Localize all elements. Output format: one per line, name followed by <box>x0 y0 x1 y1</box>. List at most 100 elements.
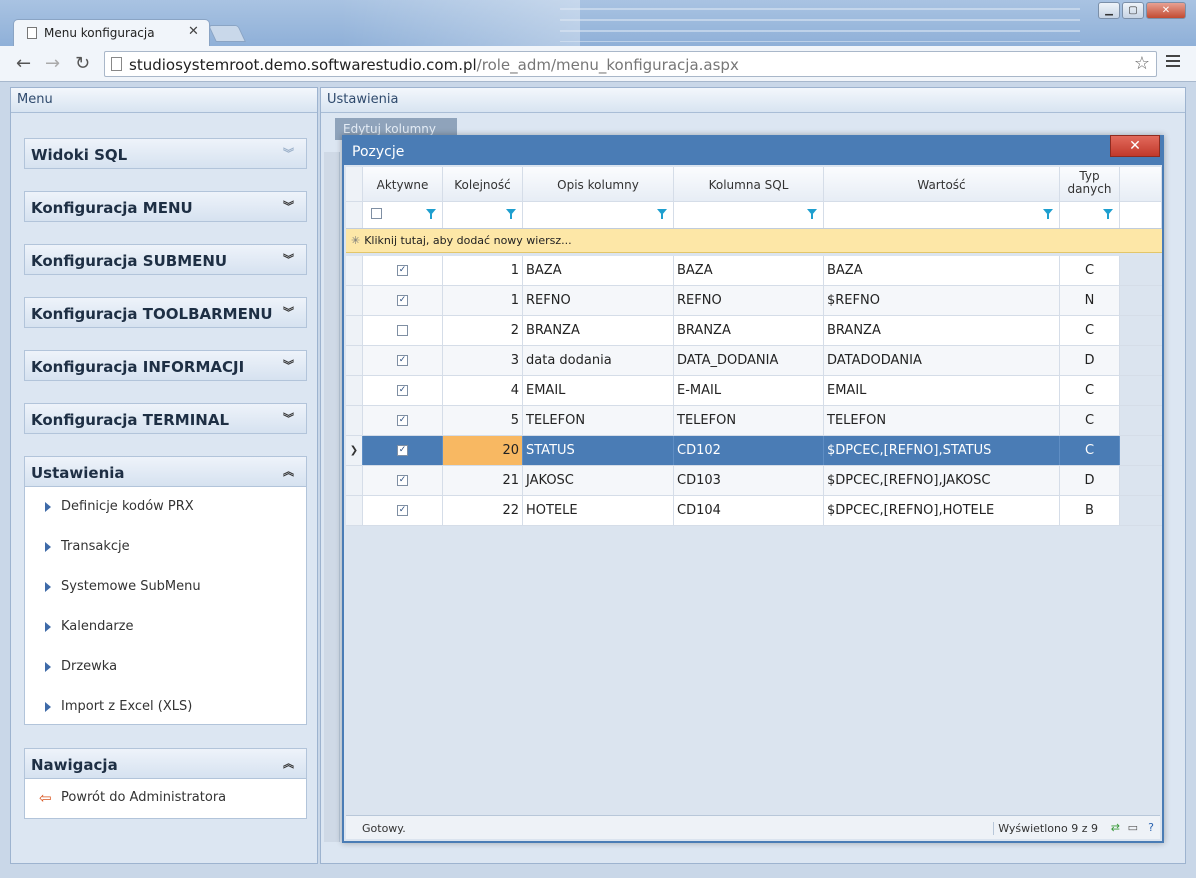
cell-opis[interactable]: EMAIL <box>523 376 674 405</box>
cell-kolumna-sql[interactable]: REFNO <box>674 286 824 315</box>
cell-typ[interactable]: C <box>1060 376 1120 405</box>
cell-wartosc[interactable]: $DPCEC,[REFNO],STATUS <box>824 436 1060 465</box>
section-konfiguracja-toolbarmenu[interactable]: Konfiguracja TOOLBARMENU ︾ <box>24 297 307 328</box>
menu-item-powrot[interactable]: ⇦ Powrót do Administratora <box>25 779 306 819</box>
close-window-button[interactable]: ✕ <box>1146 2 1186 19</box>
section-konfiguracja-informacji[interactable]: Konfiguracja INFORMACJI ︾ <box>24 350 307 381</box>
active-checkbox[interactable] <box>397 325 408 336</box>
browser-menu-icon[interactable] <box>1166 55 1180 70</box>
new-tab-button[interactable] <box>208 25 246 42</box>
active-checkbox[interactable]: ✓ <box>397 475 408 486</box>
cell-kolejnosc[interactable]: 21 <box>443 466 523 495</box>
cell-kolumna-sql[interactable]: CD103 <box>674 466 824 495</box>
cell-typ[interactable]: D <box>1060 466 1120 495</box>
back-arrow-icon[interactable]: ← <box>16 53 31 74</box>
table-row[interactable]: ✓ 4 EMAIL E-MAIL EMAIL C <box>346 376 1162 406</box>
cell-wartosc[interactable]: EMAIL <box>824 376 1060 405</box>
cell-aktywne[interactable]: ✓ <box>363 406 443 435</box>
cell-opis[interactable]: BRANZA <box>523 316 674 345</box>
cell-typ[interactable]: C <box>1060 316 1120 345</box>
cell-kolejnosc[interactable]: 2 <box>443 316 523 345</box>
cell-kolumna-sql[interactable]: CD102 <box>674 436 824 465</box>
filter-kolejnosc[interactable] <box>443 202 523 228</box>
cell-typ[interactable]: C <box>1060 436 1120 465</box>
active-checkbox[interactable]: ✓ <box>397 505 408 516</box>
cell-typ[interactable]: N <box>1060 286 1120 315</box>
table-row[interactable]: ✓ 3 data dodania DATA_DODANIA DATADODANIA D <box>346 346 1162 376</box>
cell-aktywne[interactable]: ✓ <box>363 466 443 495</box>
active-checkbox[interactable]: ✓ <box>397 295 408 306</box>
table-row[interactable]: ✓ 5 TELEFON TELEFON TELEFON C <box>346 406 1162 436</box>
menu-item-transakcje[interactable]: Transakcje <box>25 527 306 567</box>
cell-opis[interactable]: JAKOSC <box>523 466 674 495</box>
cell-wartosc[interactable]: BAZA <box>824 256 1060 285</box>
active-checkbox[interactable]: ✓ <box>397 355 408 366</box>
cell-aktywne[interactable] <box>363 316 443 345</box>
cell-wartosc[interactable]: TELEFON <box>824 406 1060 435</box>
filter-aktywne[interactable] <box>363 202 443 228</box>
section-ustawienia[interactable]: Ustawienia ︽ <box>24 456 307 487</box>
cell-opis[interactable]: REFNO <box>523 286 674 315</box>
section-widoki-sql[interactable]: Widoki SQL ︾ <box>24 138 307 169</box>
forward-arrow-icon[interactable]: → <box>45 53 60 74</box>
cell-wartosc[interactable]: BRANZA <box>824 316 1060 345</box>
add-new-row[interactable]: ✳ Kliknij tutaj, aby dodać nowy wiersz... <box>346 229 1162 253</box>
cell-kolejnosc[interactable]: 3 <box>443 346 523 375</box>
cell-kolejnosc[interactable]: 22 <box>443 496 523 525</box>
cell-wartosc[interactable]: DATADODANIA <box>824 346 1060 375</box>
table-row[interactable]: ✓ 22 HOTELE CD104 $DPCEC,[REFNO],HOTELE B <box>346 496 1162 526</box>
cell-opis[interactable]: data dodania <box>523 346 674 375</box>
address-bar[interactable]: studiosystemroot.demo.softwarestudio.com… <box>104 51 1157 77</box>
filter-wartosc[interactable] <box>824 202 1060 228</box>
header-opis-kolumny[interactable]: Opis kolumny <box>523 167 674 201</box>
filter-funnel-icon[interactable] <box>807 209 817 219</box>
filter-typ[interactable] <box>1060 202 1120 228</box>
cell-kolumna-sql[interactable]: TELEFON <box>674 406 824 435</box>
filter-sql[interactable] <box>674 202 824 228</box>
refresh-icon[interactable]: ⇄ <box>1111 821 1120 834</box>
table-row[interactable]: ✓ 1 BAZA BAZA BAZA C <box>346 256 1162 286</box>
cell-typ[interactable]: D <box>1060 346 1120 375</box>
cell-kolejnosc[interactable]: 5 <box>443 406 523 435</box>
table-row[interactable]: ✓ 21 JAKOSC CD103 $DPCEC,[REFNO],JAKOSC D <box>346 466 1162 496</box>
active-checkbox[interactable]: ✓ <box>397 265 408 276</box>
cell-opis[interactable]: BAZA <box>523 256 674 285</box>
cell-aktywne[interactable]: ✓ <box>363 376 443 405</box>
menu-item-drzewka[interactable]: Drzewka <box>25 647 306 687</box>
browser-tab[interactable]: Menu konfiguracja ✕ <box>13 19 210 46</box>
cell-wartosc[interactable]: $DPCEC,[REFNO],JAKOSC <box>824 466 1060 495</box>
filter-funnel-icon[interactable] <box>1043 209 1053 219</box>
cell-aktywne[interactable]: ✓ <box>363 256 443 285</box>
cell-kolumna-sql[interactable]: BAZA <box>674 256 824 285</box>
table-row[interactable]: 2 BRANZA BRANZA BRANZA C <box>346 316 1162 346</box>
cell-kolejnosc[interactable]: 1 <box>443 286 523 315</box>
filter-funnel-icon[interactable] <box>657 209 667 219</box>
cell-aktywne[interactable]: ✓ <box>363 496 443 525</box>
help-icon[interactable]: ? <box>1148 821 1154 834</box>
filter-funnel-icon[interactable] <box>506 209 516 219</box>
cell-kolejnosc[interactable]: 1 <box>443 256 523 285</box>
header-kolumna-sql[interactable]: Kolumna SQL <box>674 167 824 201</box>
section-nawigacja[interactable]: Nawigacja ︽ <box>24 748 307 779</box>
active-checkbox[interactable]: ✓ <box>397 445 408 456</box>
section-konfiguracja-submenu[interactable]: Konfiguracja SUBMENU ︾ <box>24 244 307 275</box>
cell-opis[interactable]: TELEFON <box>523 406 674 435</box>
cell-kolejnosc[interactable]: 4 <box>443 376 523 405</box>
cell-wartosc[interactable]: $REFNO <box>824 286 1060 315</box>
filter-checkbox[interactable] <box>371 208 382 219</box>
cell-kolumna-sql[interactable]: E-MAIL <box>674 376 824 405</box>
table-row[interactable]: ❯ ✓ 20 STATUS CD102 $DPCEC,[REFNO],STATUS C <box>346 436 1162 466</box>
cell-kolumna-sql[interactable]: BRANZA <box>674 316 824 345</box>
menu-item-kalendarze[interactable]: Kalendarze <box>25 607 306 647</box>
export-icon[interactable]: ▭ <box>1128 821 1138 834</box>
cell-opis[interactable]: HOTELE <box>523 496 674 525</box>
maximize-button[interactable]: ▢ <box>1122 2 1144 19</box>
menu-item-definicje-kodow[interactable]: Definicje kodów PRX <box>25 487 306 527</box>
cell-aktywne[interactable]: ✓ <box>363 436 443 465</box>
table-row[interactable]: ✓ 1 REFNO REFNO $REFNO N <box>346 286 1162 316</box>
menu-item-import-excel[interactable]: Import z Excel (XLS) <box>25 687 306 727</box>
menu-item-systemowe-submenu[interactable]: Systemowe SubMenu <box>25 567 306 607</box>
cell-aktywne[interactable]: ✓ <box>363 286 443 315</box>
header-wartosc[interactable]: Wartość <box>824 167 1060 201</box>
minimize-button[interactable]: ▁ <box>1098 2 1120 19</box>
